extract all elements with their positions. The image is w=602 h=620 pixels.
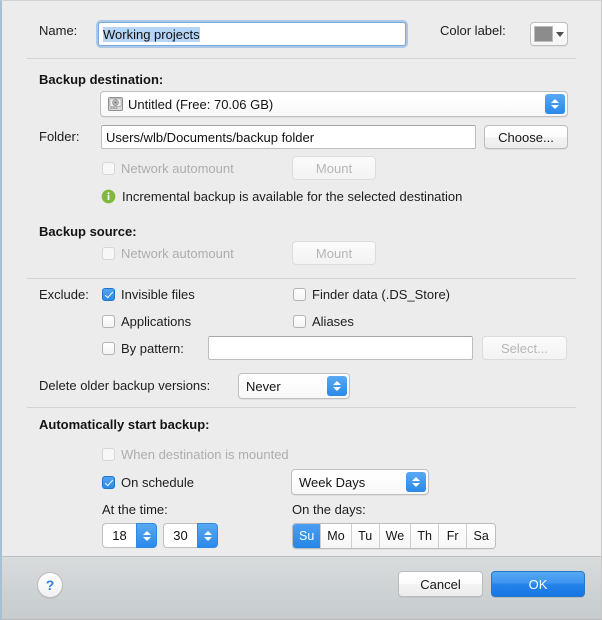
destination-popup-arrows[interactable] xyxy=(545,94,565,114)
day-button-su[interactable]: Su xyxy=(293,524,321,548)
on-schedule-checkbox[interactable] xyxy=(102,476,115,489)
on-schedule-label: On schedule xyxy=(121,475,194,490)
incremental-info-text: Incremental backup is available for the … xyxy=(122,189,462,204)
color-label-label: Color label: xyxy=(440,23,506,38)
folder-row: Folder: xyxy=(39,129,79,144)
day-button-sa[interactable]: Sa xyxy=(467,524,495,548)
destination-automount-row[interactable]: Network automount xyxy=(102,161,234,176)
question-mark-icon: ? xyxy=(46,577,55,593)
divider-2 xyxy=(27,278,576,279)
exclude-label: Exclude: xyxy=(39,287,89,302)
frequency-popup-value: Week Days xyxy=(299,475,365,490)
chevron-down-icon xyxy=(333,387,341,391)
destination-popup[interactable]: Untitled (Free: 70.06 GB) xyxy=(100,91,568,117)
aliases-checkbox[interactable] xyxy=(293,315,306,328)
by-pattern-checkbox[interactable] xyxy=(102,342,115,355)
color-label-row: Color label: xyxy=(440,23,506,38)
folder-input-value: Users/wlb/Documents/backup folder xyxy=(106,130,314,145)
destination-automount-checkbox[interactable] xyxy=(102,162,115,175)
on-schedule-row[interactable]: On schedule xyxy=(102,475,194,490)
source-mount-button[interactable]: Mount xyxy=(292,241,376,265)
chevron-up-icon xyxy=(333,381,341,385)
invisible-files-checkbox[interactable] xyxy=(102,288,115,301)
by-pattern-input[interactable] xyxy=(208,336,473,360)
applications-checkbox[interactable] xyxy=(102,315,115,328)
frequency-popup-arrows[interactable] xyxy=(406,472,426,492)
exclude-option-finder-data[interactable]: Finder data (.DS_Store) xyxy=(293,287,450,302)
name-row: Name: xyxy=(39,23,77,38)
on-the-days-label: On the days: xyxy=(292,502,366,517)
finder-data-label: Finder data (.DS_Store) xyxy=(312,287,450,302)
retention-popup-value: Never xyxy=(246,379,281,394)
info-icon xyxy=(101,189,116,204)
chevron-up-icon xyxy=(412,477,420,481)
name-input[interactable]: Working projects xyxy=(98,22,406,46)
hour-stepper-buttons[interactable] xyxy=(136,523,157,548)
minute-value: 30 xyxy=(163,523,197,548)
hour-value: 18 xyxy=(102,523,136,548)
destination-automount-label: Network automount xyxy=(121,161,234,176)
ok-button[interactable]: OK xyxy=(491,571,585,597)
name-input-value: Working projects xyxy=(103,27,200,42)
dialog-content: Name: Working projects Color label: Back… xyxy=(2,1,601,557)
chevron-down-icon xyxy=(551,105,559,109)
retention-label: Delete older backup versions: xyxy=(39,378,210,393)
divider-1 xyxy=(27,58,576,59)
day-button-mo[interactable]: Mo xyxy=(321,524,351,548)
chevron-up-icon xyxy=(204,531,212,535)
source-automount-checkbox[interactable] xyxy=(102,247,115,260)
backup-source-title: Backup source: xyxy=(39,224,137,239)
day-button-fr[interactable]: Fr xyxy=(439,524,467,548)
source-automount-label: Network automount xyxy=(121,246,234,261)
chevron-down-icon xyxy=(412,483,420,487)
disk-icon xyxy=(108,97,123,111)
folder-label: Folder: xyxy=(39,129,79,144)
applications-label: Applications xyxy=(121,314,191,329)
when-mounted-checkbox[interactable] xyxy=(102,448,115,461)
days-segmented-control[interactable]: Su Mo Tu We Th Fr Sa xyxy=(292,523,496,549)
finder-data-checkbox[interactable] xyxy=(293,288,306,301)
destination-mount-button[interactable]: Mount xyxy=(292,156,376,180)
hour-stepper[interactable]: 18 xyxy=(102,523,157,548)
backup-destination-title: Backup destination: xyxy=(39,72,163,87)
chevron-down-icon xyxy=(204,537,212,541)
cancel-button[interactable]: Cancel xyxy=(398,571,483,597)
color-label-popup[interactable] xyxy=(530,22,568,46)
minute-stepper[interactable]: 30 xyxy=(163,523,218,548)
divider-3 xyxy=(27,407,576,408)
by-pattern-label: By pattern: xyxy=(121,341,184,356)
backup-settings-dialog: Name: Working projects Color label: Back… xyxy=(0,0,602,620)
source-automount-row[interactable]: Network automount xyxy=(102,246,234,261)
invisible-files-label: Invisible files xyxy=(121,287,195,302)
retention-popup[interactable]: Never xyxy=(238,373,350,399)
when-mounted-label: When destination is mounted xyxy=(121,447,289,462)
exclude-option-applications[interactable]: Applications xyxy=(102,314,191,329)
chevron-up-icon xyxy=(551,99,559,103)
chevron-down-icon xyxy=(143,537,151,541)
pattern-select-button[interactable]: Select... xyxy=(482,336,567,360)
retention-popup-arrows[interactable] xyxy=(327,376,347,396)
exclude-option-aliases[interactable]: Aliases xyxy=(293,314,354,329)
day-button-th[interactable]: Th xyxy=(411,524,439,548)
auto-start-title: Automatically start backup: xyxy=(39,417,210,432)
at-the-time-label: At the time: xyxy=(102,502,168,517)
destination-popup-value: Untitled (Free: 70.06 GB) xyxy=(128,97,273,112)
when-mounted-row[interactable]: When destination is mounted xyxy=(102,447,289,462)
chevron-up-icon xyxy=(143,531,151,535)
frequency-popup[interactable]: Week Days xyxy=(291,469,429,495)
day-button-tu[interactable]: Tu xyxy=(352,524,380,548)
folder-input[interactable]: Users/wlb/Documents/backup folder xyxy=(101,125,476,149)
day-button-we[interactable]: We xyxy=(380,524,412,548)
color-swatch xyxy=(534,26,553,42)
chevron-down-icon xyxy=(556,32,564,37)
help-button[interactable]: ? xyxy=(37,572,63,598)
exclude-option-invisible-files[interactable]: Invisible files xyxy=(102,287,195,302)
incremental-info-row: Incremental backup is available for the … xyxy=(101,189,462,204)
choose-button[interactable]: Choose... xyxy=(484,125,568,149)
exclude-by-pattern-row[interactable]: By pattern: xyxy=(102,341,184,356)
minute-stepper-buttons[interactable] xyxy=(197,523,218,548)
name-label: Name: xyxy=(39,23,77,38)
aliases-label: Aliases xyxy=(312,314,354,329)
dialog-footer: ? Cancel OK xyxy=(2,556,601,619)
